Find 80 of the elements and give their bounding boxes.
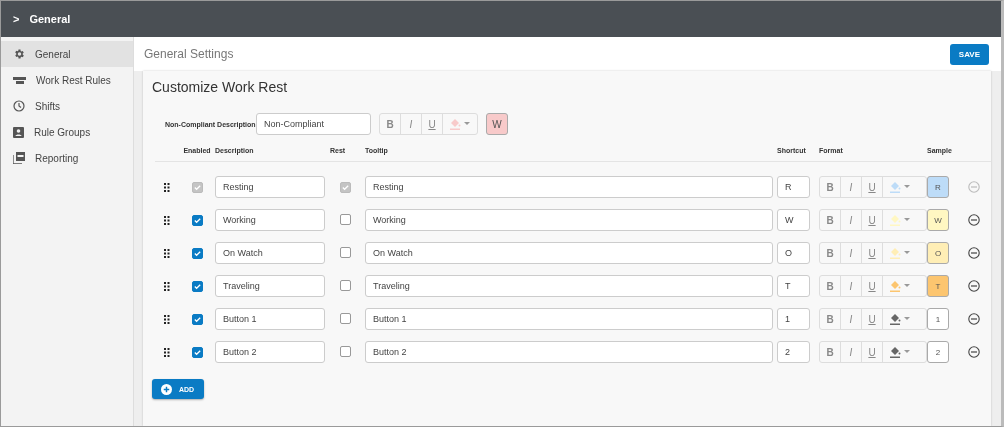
drag-handle-icon[interactable] — [164, 347, 170, 357]
sample-preview: 2 — [927, 341, 949, 363]
caret-icon — [904, 185, 910, 189]
save-button[interactable]: SAVE — [949, 43, 989, 65]
checkbox[interactable] — [340, 313, 351, 324]
sample-preview: R — [927, 176, 949, 198]
sidebar-item[interactable]: Work Rest Rules — [1, 67, 133, 93]
input-field[interactable]: Working — [365, 209, 773, 231]
clock-icon — [13, 100, 25, 112]
checkbox[interactable] — [191, 280, 203, 292]
sample-preview: W — [486, 113, 508, 135]
remove-icon[interactable] — [968, 346, 980, 358]
format-button[interactable]: I — [841, 243, 862, 263]
input-field[interactable]: On Watch — [215, 242, 325, 264]
report-icon — [13, 152, 25, 164]
drag-handle-icon[interactable] — [164, 182, 170, 192]
drag-handle-icon[interactable] — [164, 248, 170, 258]
input-field[interactable]: Traveling — [215, 275, 325, 297]
sidebar-item[interactable]: Reporting — [1, 145, 133, 171]
remove-icon[interactable] — [968, 280, 980, 292]
sample-preview: W — [927, 209, 949, 231]
format-button[interactable]: I — [841, 276, 862, 296]
remove-icon[interactable] — [968, 214, 980, 226]
checkbox[interactable] — [191, 313, 203, 325]
paint-bucket-icon — [890, 313, 901, 325]
input-field[interactable]: On Watch — [365, 242, 773, 264]
input-field[interactable]: Non-Compliant — [256, 113, 371, 135]
sample-preview: T — [927, 275, 949, 297]
drag-handle-icon[interactable] — [164, 215, 170, 225]
input-field[interactable]: O — [777, 242, 810, 264]
drag-handle-icon[interactable] — [164, 314, 170, 324]
caret-icon — [904, 284, 910, 288]
checkbox[interactable] — [191, 247, 203, 259]
checkbox[interactable] — [191, 214, 203, 226]
settings-icon — [13, 48, 25, 60]
card-title: Customize Work Rest — [152, 79, 289, 95]
checkbox[interactable] — [340, 247, 351, 258]
sidebar-item[interactable]: Shifts — [1, 93, 133, 119]
checkbox[interactable] — [340, 214, 351, 225]
paint-bucket-icon — [890, 346, 901, 358]
paint-bucket-icon — [890, 247, 901, 259]
input-field[interactable]: T — [777, 275, 810, 297]
drag-handle-icon[interactable] — [164, 281, 170, 291]
input-field[interactable]: Button 1 — [365, 308, 773, 330]
format-button[interactable]: I — [841, 309, 862, 329]
sample-preview: O — [927, 242, 949, 264]
remove-icon[interactable] — [968, 247, 980, 259]
format-button[interactable]: I — [401, 114, 422, 134]
paint-bucket-icon — [890, 181, 901, 193]
input-field[interactable]: Working — [215, 209, 325, 231]
input-field[interactable]: 2 — [777, 341, 810, 363]
paint-bucket-icon — [890, 280, 901, 292]
id-badge-icon — [13, 126, 24, 138]
top-bar-title: General — [29, 13, 71, 25]
caret-icon — [904, 251, 910, 255]
paint-bucket-icon — [890, 214, 901, 226]
input-field[interactable]: W — [777, 209, 810, 231]
sample-preview: 1 — [927, 308, 949, 330]
checkbox[interactable] — [191, 346, 203, 358]
expand-chevron[interactable]: > — [13, 13, 20, 25]
input-field[interactable]: Button 2 — [215, 341, 325, 363]
caret-icon — [904, 218, 910, 222]
rules-icon — [13, 75, 26, 85]
caret-icon — [464, 122, 470, 126]
page-title: General Settings — [144, 47, 234, 61]
remove-icon[interactable] — [968, 313, 980, 325]
format-button[interactable]: I — [841, 342, 862, 362]
plus-icon — [161, 383, 172, 395]
format-button[interactable]: I — [841, 210, 862, 230]
input-field[interactable]: Button 1 — [215, 308, 325, 330]
checkbox[interactable] — [340, 346, 351, 357]
sidebar-item[interactable]: Rule Groups — [1, 119, 133, 145]
paint-bucket-icon — [450, 118, 461, 130]
input-field[interactable]: 1 — [777, 308, 810, 330]
caret-icon — [904, 317, 910, 321]
input-field[interactable]: Button 2 — [365, 341, 773, 363]
sidebar-item[interactable]: General — [1, 41, 133, 67]
checkbox[interactable] — [340, 280, 351, 291]
input-field[interactable]: Traveling — [365, 275, 773, 297]
caret-icon — [904, 350, 910, 354]
